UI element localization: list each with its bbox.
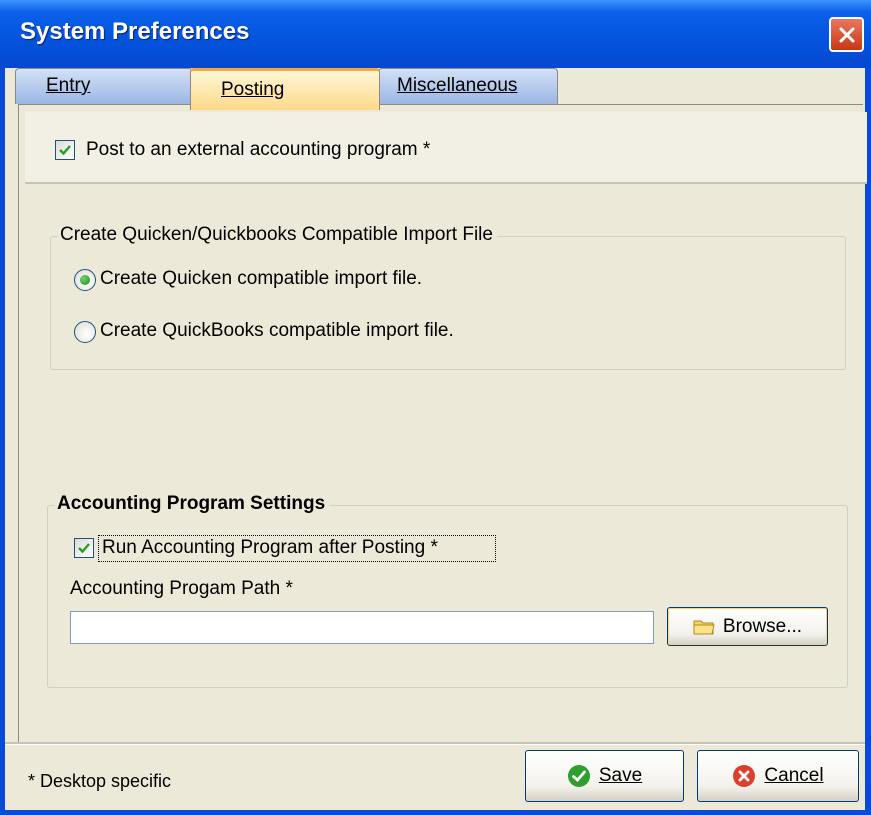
run-after-posting-label[interactable]: Run Accounting Program after Posting * [102, 537, 438, 559]
save-button-label: Save [598, 765, 643, 786]
footer-separator [5, 742, 865, 745]
quickbooks-option-label[interactable]: Create QuickBooks compatible import file… [100, 320, 454, 342]
browse-button-label: Browse... [722, 615, 803, 637]
quicken-option-label[interactable]: Create Quicken compatible import file. [100, 268, 422, 290]
program-path-input[interactable] [70, 611, 654, 644]
import-file-group-title: Create Quicken/Quickbooks Compatible Imp… [58, 224, 497, 246]
cancel-button-label: Cancel [764, 765, 824, 786]
tab-miscellaneous[interactable]: Miscellaneous [378, 68, 558, 104]
window-title: System Preferences [20, 18, 250, 45]
post-external-checkbox[interactable] [55, 140, 75, 160]
checkmark-icon [59, 145, 71, 156]
check-circle-icon [567, 765, 590, 787]
radio-selected-dot [80, 275, 90, 285]
folder-icon [693, 620, 715, 634]
post-external-label[interactable]: Post to an external accounting program * [86, 139, 430, 161]
cancel-button[interactable]: Cancel [697, 750, 859, 802]
close-icon [839, 27, 854, 42]
title-bar[interactable]: System Preferences [0, 0, 871, 68]
tab-miscellaneous-label: Miscellaneous [397, 75, 518, 96]
close-button[interactable] [829, 17, 864, 52]
checkmark-icon [78, 543, 90, 554]
browse-button[interactable]: Browse... [667, 607, 828, 646]
quickbooks-radio[interactable] [74, 321, 96, 343]
tab-posting-label: Posting [221, 79, 285, 100]
quicken-radio[interactable] [74, 269, 96, 291]
post-external-panel: Post to an external accounting program * [25, 112, 867, 184]
import-file-groupbox [50, 236, 846, 370]
tab-posting[interactable]: Posting [190, 68, 380, 110]
accounting-settings-group-title: Accounting Program Settings [55, 493, 330, 515]
cancel-circle-icon [733, 765, 756, 787]
tab-entry-label: Entry [46, 75, 91, 96]
save-button[interactable]: Save [525, 750, 684, 802]
tab-entry[interactable]: Entry [15, 68, 193, 104]
desktop-specific-note: * Desktop specific [28, 771, 172, 791]
program-path-label: Accounting Progam Path * [70, 578, 293, 599]
run-after-posting-checkbox[interactable] [74, 538, 94, 558]
